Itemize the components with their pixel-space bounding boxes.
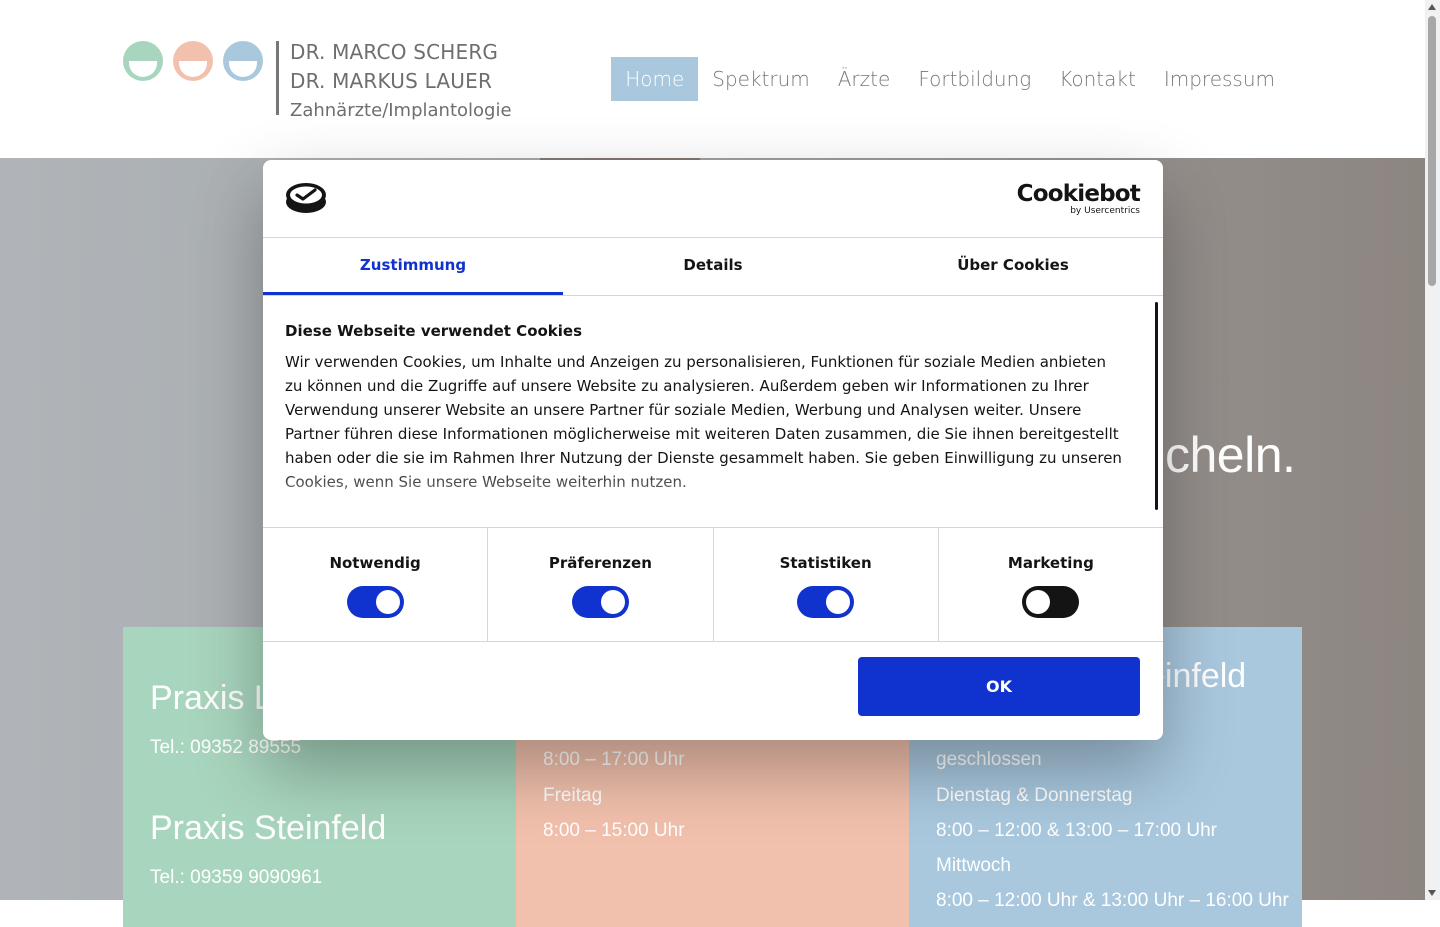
cookie-title: Diese Webseite verwendet Cookies xyxy=(285,322,583,340)
hours-line: geschlossen xyxy=(936,749,1042,770)
toggle-label: Notwendig xyxy=(329,554,421,572)
toggle-praeferenzen[interactable] xyxy=(571,586,629,618)
scroll-down-arrow-icon[interactable] xyxy=(1428,890,1436,896)
scroll-thumb[interactable] xyxy=(1428,16,1436,286)
practice-title-1: Praxis L xyxy=(150,679,273,717)
practice-title-2: Praxis Steinfeld xyxy=(150,809,387,847)
toggle-group-marketing: Marketing xyxy=(939,528,1163,641)
nav-item-impressum[interactable]: Impressum xyxy=(1150,57,1289,101)
cookiebot-brand-name: Cookiebot xyxy=(1016,181,1141,207)
cookiebot-brand[interactable]: Cookiebot by Usercentrics xyxy=(1016,181,1141,216)
tab-ueber-cookies[interactable]: Über Cookies xyxy=(863,238,1163,295)
logo-line-2: DR. MARKUS LAUER xyxy=(290,69,493,93)
logo-smile-green-icon xyxy=(123,41,163,81)
site-header: DR. MARCO SCHERG DR. MARKUS LAUER Zahnär… xyxy=(0,0,1425,158)
toggle-group-statistiken: Statistiken xyxy=(714,528,939,641)
hours-day: Mittwoch xyxy=(936,855,1011,876)
toggle-notwendig[interactable] xyxy=(346,586,404,618)
toggle-group-praeferenzen: Präferenzen xyxy=(488,528,714,641)
hours-line: 8:00 – 15:00 Uhr xyxy=(543,820,685,841)
toggle-statistiken[interactable] xyxy=(797,586,855,618)
nav-item-kontakt[interactable]: Kontakt xyxy=(1045,57,1150,101)
practice-phone-1[interactable]: Tel.: 09352 89555 xyxy=(150,737,301,759)
toggle-group-notwendig: Notwendig xyxy=(263,528,489,641)
toggle-label: Präferenzen xyxy=(548,554,652,572)
scroll-up-arrow-icon[interactable] xyxy=(1428,4,1436,10)
ok-button[interactable]: OK xyxy=(858,657,1140,716)
cookie-tabs: Zustimmung Details Über Cookies xyxy=(263,238,1163,296)
logo-smile-orange-icon xyxy=(173,41,213,81)
logo-divider xyxy=(276,41,279,115)
nav-item-home[interactable]: Home xyxy=(611,57,699,101)
content-fade xyxy=(263,467,1163,527)
toggle-knob xyxy=(375,590,400,614)
toggle-knob xyxy=(826,590,851,614)
cookiebot-brand-sub: by Usercentrics xyxy=(1070,206,1140,216)
hours-line: 8:00 – 17:00 Uhr xyxy=(543,749,685,770)
toggle-knob xyxy=(600,590,625,614)
nav-item-fortbildung[interactable]: Fortbildung xyxy=(904,57,1045,101)
toggle-label: Marketing xyxy=(1007,554,1094,572)
hero-tagline: cheln. xyxy=(1165,427,1296,483)
logo-line-1: DR. MARCO SCHERG xyxy=(290,40,499,64)
main-nav: Home Spektrum Ärzte Fortbildung Kontakt … xyxy=(611,57,1289,101)
hours-line: 8:00 – 12:00 & 13:00 – 17:00 Uhr xyxy=(936,820,1217,841)
content-scrollbar[interactable] xyxy=(1155,302,1158,510)
cookiebot-logo-icon xyxy=(286,183,326,213)
toggle-marketing[interactable] xyxy=(1022,586,1080,618)
hours-line: 8:00 – 12:00 Uhr & 13:00 Uhr – 16:00 Uhr xyxy=(936,890,1289,911)
tab-details[interactable]: Details xyxy=(563,238,863,295)
practice-phone-2[interactable]: Tel.: 09359 9090961 xyxy=(150,867,322,889)
toggle-knob xyxy=(1026,590,1051,614)
logo-text: DR. MARCO SCHERG DR. MARKUS LAUER Zahnär… xyxy=(290,38,512,125)
hours-day: Freitag xyxy=(543,785,603,806)
logo-smile-blue-icon xyxy=(223,41,263,81)
nav-item-aerzte[interactable]: Ärzte xyxy=(824,57,905,101)
page-scrollbar[interactable] xyxy=(1425,0,1440,900)
cookie-toggles: Notwendig Präferenzen Statistiken Market… xyxy=(263,527,1163,642)
nav-item-spektrum[interactable]: Spektrum xyxy=(698,57,824,101)
tab-zustimmung[interactable]: Zustimmung xyxy=(263,238,563,295)
cookie-consent-dialog: Cookiebot by Usercentrics Zustimmung Det… xyxy=(263,160,1163,740)
toggle-label: Statistiken xyxy=(779,554,872,572)
cookie-dialog-header: Cookiebot by Usercentrics xyxy=(263,160,1163,238)
hours-day: Dienstag & Donnerstag xyxy=(936,785,1133,806)
cookie-content[interactable]: Diese Webseite verwendet Cookies Wir ver… xyxy=(263,296,1163,527)
site-logo[interactable]: DR. MARCO SCHERG DR. MARKUS LAUER Zahnär… xyxy=(123,38,523,121)
logo-line-3: Zahnärzte/Implantologie xyxy=(290,100,512,121)
